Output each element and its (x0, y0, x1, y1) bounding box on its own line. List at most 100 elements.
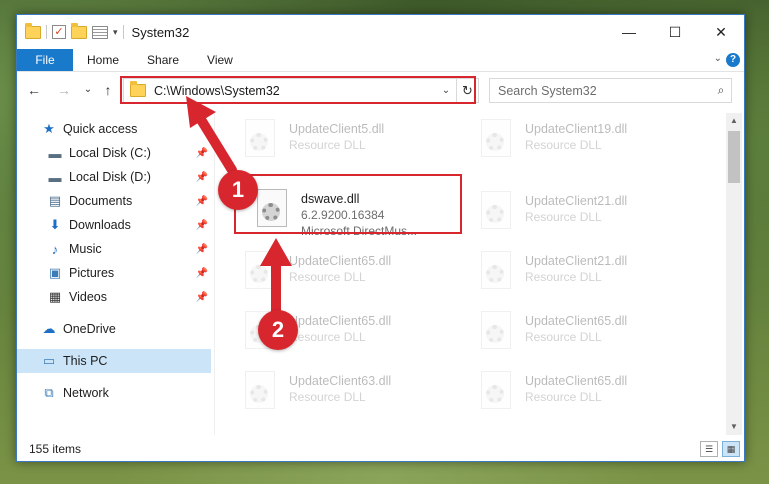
pin-icon[interactable]: 📌 (193, 148, 211, 159)
file-highlight (234, 174, 462, 234)
file-name: UpdateClient19.dll (525, 122, 628, 136)
search-box[interactable]: ⌕ (489, 78, 732, 103)
minimize-button[interactable]: — (606, 15, 652, 49)
pin-icon[interactable]: 📌 (193, 292, 211, 303)
address-bar-highlight (120, 76, 476, 104)
sidebar-item-label: Documents (69, 194, 133, 208)
file-type: Resource DLL (525, 210, 602, 224)
customize-toolbar-dropdown-icon[interactable]: ▾ (113, 27, 118, 38)
star-icon: ★ (43, 121, 55, 136)
file-type: Resource DLL (289, 138, 366, 152)
tab-home[interactable]: Home (73, 49, 133, 71)
pin-icon[interactable]: 📌 (193, 172, 211, 183)
recent-locations-dropdown[interactable]: ⌄ (79, 84, 97, 95)
scroll-down-button[interactable]: ▼ (726, 419, 742, 435)
file-type: Resource DLL (289, 390, 366, 404)
pane-divider[interactable] (214, 113, 215, 435)
file-name: UpdateClient21.dll (525, 194, 628, 208)
properties-icon[interactable] (92, 25, 108, 39)
dll-file-icon (239, 117, 283, 161)
properties-check-icon[interactable]: ✓ (52, 25, 66, 39)
file-tile[interactable]: UpdateClient63.dll Resource DLL (239, 369, 469, 427)
video-icon: ▦ (48, 289, 62, 304)
scroll-up-button[interactable]: ▲ (726, 113, 742, 129)
sidebar-item-pictures[interactable]: ▣ Pictures 📌 (17, 261, 211, 285)
sidebar-item-music[interactable]: ♪ Music 📌 (17, 237, 211, 261)
sidebar-item-label: Music (69, 242, 102, 256)
sidebar-item-this-pc[interactable]: ▭ This PC (17, 349, 211, 373)
network-icon: ⧉ (44, 385, 54, 400)
sidebar-item-documents[interactable]: ▤ Documents 📌 (17, 189, 211, 213)
toolbar-separator (122, 25, 124, 39)
status-bar: 155 items ☰ ▦ (17, 437, 744, 461)
sidebar-item-label: OneDrive (63, 322, 116, 336)
maximize-button[interactable]: ☐ (652, 15, 698, 49)
search-icon[interactable]: ⌕ (711, 83, 731, 98)
sidebar-item-label: Network (63, 386, 109, 400)
file-name: UpdateClient21.dll (525, 254, 628, 268)
forward-button[interactable]: → (55, 82, 73, 98)
dll-file-icon (239, 369, 283, 413)
dll-file-icon (475, 117, 519, 161)
pin-icon[interactable]: 📌 (193, 196, 211, 207)
step-1-badge: 1 (218, 170, 258, 210)
sidebar-item-label: This PC (63, 354, 108, 368)
help-icon[interactable]: ? (726, 53, 740, 67)
cloud-icon: ☁ (42, 321, 56, 336)
window-title: System32 (131, 24, 190, 40)
file-tile[interactable]: UpdateClient65.dll Resource DLL (475, 369, 705, 427)
navigation-pane: ★ Quick access ▬ Local Disk (C:) 📌 ▬ Loc… (17, 113, 211, 435)
tiles-view-button[interactable]: ▦ (722, 441, 740, 457)
documents-icon: ▤ (48, 193, 62, 208)
scrollbar-thumb[interactable] (728, 131, 740, 183)
sidebar-item-local-disk-d[interactable]: ▬ Local Disk (D:) 📌 (17, 165, 211, 189)
music-icon: ♪ (51, 241, 59, 257)
back-button[interactable]: ← (25, 82, 43, 98)
file-tile[interactable]: UpdateClient65.dll Resource DLL (239, 249, 469, 307)
tab-view[interactable]: View (193, 49, 247, 71)
dll-file-icon (239, 249, 283, 293)
search-input[interactable] (490, 83, 711, 98)
download-icon: ⬇ (49, 217, 61, 232)
tab-file[interactable]: File (17, 49, 73, 71)
file-tile[interactable]: UpdateClient21.dll Resource DLL (475, 249, 705, 307)
expand-ribbon-icon[interactable]: ⌄ (714, 53, 722, 64)
file-tile[interactable]: UpdateClient5.dll Resource DLL (239, 117, 469, 175)
items-count: 155 items (29, 442, 82, 456)
new-folder-icon[interactable] (71, 22, 87, 39)
up-button[interactable]: ↑ (99, 82, 117, 98)
sidebar-item-label: Pictures (69, 266, 115, 280)
sidebar-item-downloads[interactable]: ⬇ Downloads 📌 (17, 213, 211, 237)
pin-icon[interactable]: 📌 (193, 268, 211, 279)
file-type: Resource DLL (525, 270, 602, 284)
quick-access-toolbar: ✓ ▾ (17, 22, 124, 39)
file-name: UpdateClient65.dll (525, 314, 628, 328)
tab-share[interactable]: Share (133, 49, 193, 71)
sidebar-item-videos[interactable]: ▦ Videos 📌 (17, 285, 211, 309)
file-tile[interactable]: UpdateClient65.dll Resource DLL (475, 309, 705, 367)
computer-icon: ▭ (42, 353, 56, 368)
sidebar-item-label: Videos (69, 290, 107, 304)
file-name: UpdateClient65.dll (525, 374, 628, 388)
close-button[interactable]: ✕ (698, 15, 744, 49)
pin-icon[interactable]: 📌 (193, 244, 211, 255)
sidebar-item-onedrive[interactable]: ☁ OneDrive (17, 317, 211, 341)
vertical-scrollbar[interactable]: ▲ ▼ (726, 113, 742, 435)
window-controls: — ☐ ✕ (606, 15, 744, 49)
sidebar-item-quick-access[interactable]: ★ Quick access (17, 117, 211, 141)
pin-icon[interactable]: 📌 (193, 220, 211, 231)
dll-file-icon (475, 369, 519, 413)
details-view-button[interactable]: ☰ (700, 441, 718, 457)
file-type: Resource DLL (289, 270, 366, 284)
file-name: UpdateClient65.dll (289, 314, 392, 328)
sidebar-item-network[interactable]: ⧉ Network (17, 381, 211, 405)
toolbar-separator (46, 25, 47, 39)
file-tile[interactable]: UpdateClient21.dll Resource DLL (475, 189, 705, 247)
file-list: UpdateClient5.dll Resource DLL UpdateClie… (221, 113, 725, 435)
file-name: UpdateClient63.dll (289, 374, 392, 388)
file-tile[interactable]: UpdateClient19.dll Resource DLL (475, 117, 705, 175)
sidebar-item-label: Downloads (69, 218, 131, 232)
sidebar-item-local-disk-c[interactable]: ▬ Local Disk (C:) 📌 (17, 141, 211, 165)
pictures-icon: ▣ (48, 265, 62, 280)
drive-icon: ▬ (48, 145, 62, 161)
